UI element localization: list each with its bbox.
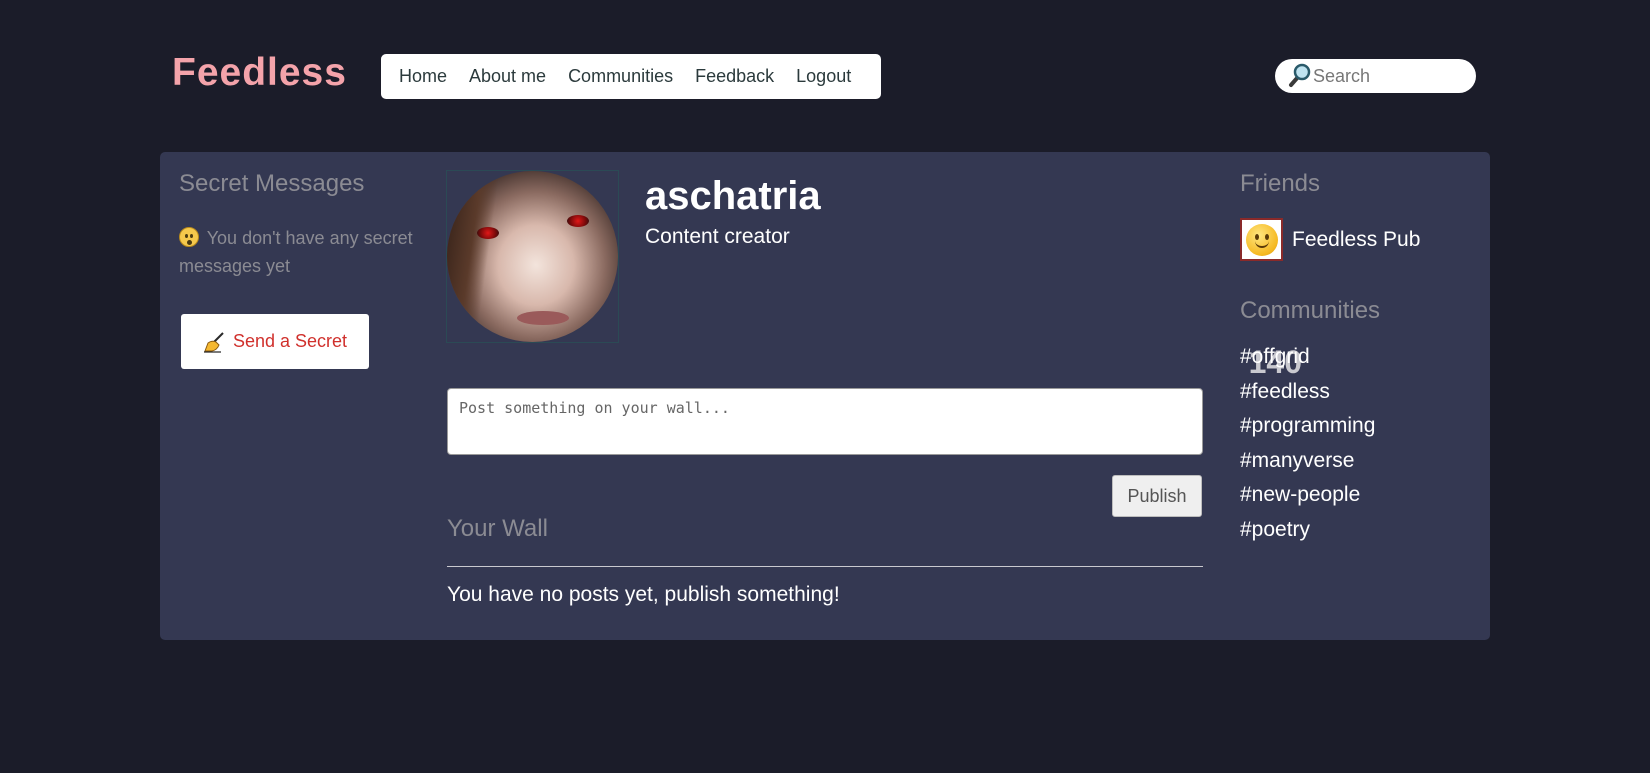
publish-button[interactable]: Publish [1112,475,1202,517]
nav-communities[interactable]: Communities [568,66,673,87]
secret-messages-panel: Secret Messages You don't have any secre… [179,170,429,280]
community-link[interactable]: #feedless [1240,380,1480,415]
wall-title: Your Wall [447,515,548,542]
send-secret-button[interactable]: Send a Secret [181,314,369,369]
profile-card: Secret Messages You don't have any secre… [160,152,1490,640]
community-link[interactable]: #manyverse [1240,449,1480,484]
community-link[interactable]: #offgrid [1240,345,1480,380]
profile-avatar [447,171,618,342]
community-list: #offgrid #feedless #programming #manyver… [1240,345,1480,552]
friends-title: Friends [1240,170,1321,197]
post-input[interactable] [447,388,1203,455]
profile-tagline: Content creator [645,225,790,248]
search-input[interactable] [1313,65,1463,87]
logo[interactable]: Feedless [172,51,347,95]
send-secret-label: Send a Secret [232,331,348,351]
community-link[interactable]: #programming [1240,414,1480,449]
community-link[interactable]: #new-people [1240,483,1480,518]
sidebar-right: Friends Feedless Pub Communities #offgri… [1240,170,1480,552]
secret-messages-empty: You don't have any secret messages yet [179,224,429,280]
communities-title: Communities [1240,297,1381,324]
profile-username: aschatria [645,174,821,218]
wall-divider [447,566,1203,567]
profile-avatar-frame[interactable] [446,170,619,343]
nav-feedback[interactable]: Feedback [695,66,774,87]
nav-logout[interactable]: Logout [796,66,851,87]
writing-hand-icon [203,331,224,353]
friend-item[interactable]: Feedless Pub [1240,218,1480,261]
friend-avatar [1240,218,1283,261]
nav-home[interactable]: Home [399,66,447,87]
friend-name: Feedless Pub [1292,227,1421,251]
main-nav: Home About me Communities Feedback Logou… [381,54,881,99]
secret-messages-title: Secret Messages [179,170,365,197]
search-box[interactable] [1275,59,1476,93]
hushed-face-icon [179,227,199,247]
smiley-face-icon [1245,223,1278,256]
wall-empty-message: You have no posts yet, publish something… [447,583,840,606]
magnifier-icon [1289,63,1311,87]
page: Feedless Home About me Communities Feedb… [0,0,1650,773]
secret-messages-empty-text: You don't have any secret messages yet [179,228,413,276]
nav-about-me[interactable]: About me [469,66,546,87]
community-link[interactable]: #poetry [1240,518,1480,553]
